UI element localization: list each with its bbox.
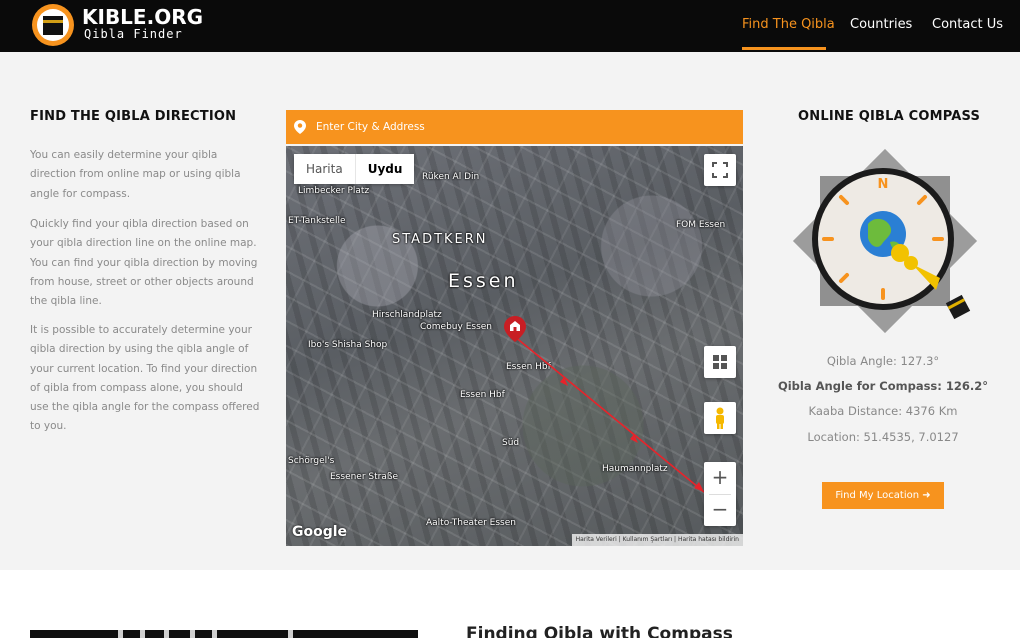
compass-heading: ONLINE QIBLA COMPASS: [798, 109, 981, 124]
qibla-map[interactable]: Limbecker Platz Rüken Al Din ET-Tankstel…: [286, 146, 743, 546]
kaaba-logo-icon[interactable]: [30, 2, 76, 48]
compass-angle-text: Qibla Angle for Compass: 126.2°: [777, 379, 989, 393]
video-thumbnail[interactable]: [30, 630, 418, 638]
pegman-icon: [716, 407, 724, 429]
map-type-roadmap-button[interactable]: Harita: [294, 154, 356, 184]
zoom-out-button[interactable]: −: [704, 494, 736, 526]
location-text: Location: 51.4535, 7.0127: [807, 430, 959, 444]
intro-paragraph: You can easily determine your qibla dire…: [30, 149, 241, 200]
map-attribution[interactable]: Harita Verileri | Kullanım Şartları | Ha…: [571, 534, 743, 546]
compass-north-label: N: [878, 177, 889, 192]
find-qibla-heading: FIND THE QIBLA DIRECTION: [30, 109, 237, 124]
nav-contact-us[interactable]: Contact Us: [932, 17, 1003, 32]
location-marker-icon[interactable]: [504, 316, 526, 342]
street-view-button[interactable]: [704, 402, 736, 434]
grid-icon: [713, 355, 727, 369]
brand-name[interactable]: KIBLE.ORG: [82, 5, 203, 29]
find-my-location-button[interactable]: Find My Location ➜: [822, 482, 944, 509]
google-logo[interactable]: Google: [292, 524, 347, 540]
compass-section-heading: Finding Qibla with Compass: [466, 624, 733, 638]
qibla-direction-line: [513, 335, 705, 493]
fullscreen-icon: [712, 162, 728, 178]
qibla-angle-text: Qibla Angle: 127.3°: [826, 354, 940, 368]
zoom-in-button[interactable]: +: [704, 462, 736, 494]
kaaba-distance-text: Kaaba Distance: 4376 Km: [808, 404, 958, 418]
qibla-compass: N: [793, 149, 977, 333]
zoom-divider: [709, 494, 731, 495]
address-input[interactable]: [316, 117, 716, 137]
map-grid-button[interactable]: [704, 346, 736, 378]
nav-active-underline: [742, 47, 826, 50]
brand-tagline: Qibla Finder: [84, 27, 183, 41]
zoom-control: + −: [704, 462, 736, 526]
map-type-toggle: Harita Uydu: [294, 154, 415, 184]
map-pin-icon: [294, 120, 306, 134]
compass-paragraph: It is possible to accurately determine y…: [30, 324, 260, 433]
nav-find-the-qibla[interactable]: Find The Qibla: [742, 17, 835, 32]
nav-countries[interactable]: Countries: [850, 17, 912, 32]
map-type-satellite-button[interactable]: Uydu: [356, 154, 415, 184]
address-search-bar: [286, 110, 743, 144]
site-header: KIBLE.ORG Qibla Finder Find The Qibla Co…: [0, 0, 1020, 52]
map-paragraph: Quickly find your qibla direction based …: [30, 218, 258, 308]
fullscreen-button[interactable]: [704, 154, 736, 186]
